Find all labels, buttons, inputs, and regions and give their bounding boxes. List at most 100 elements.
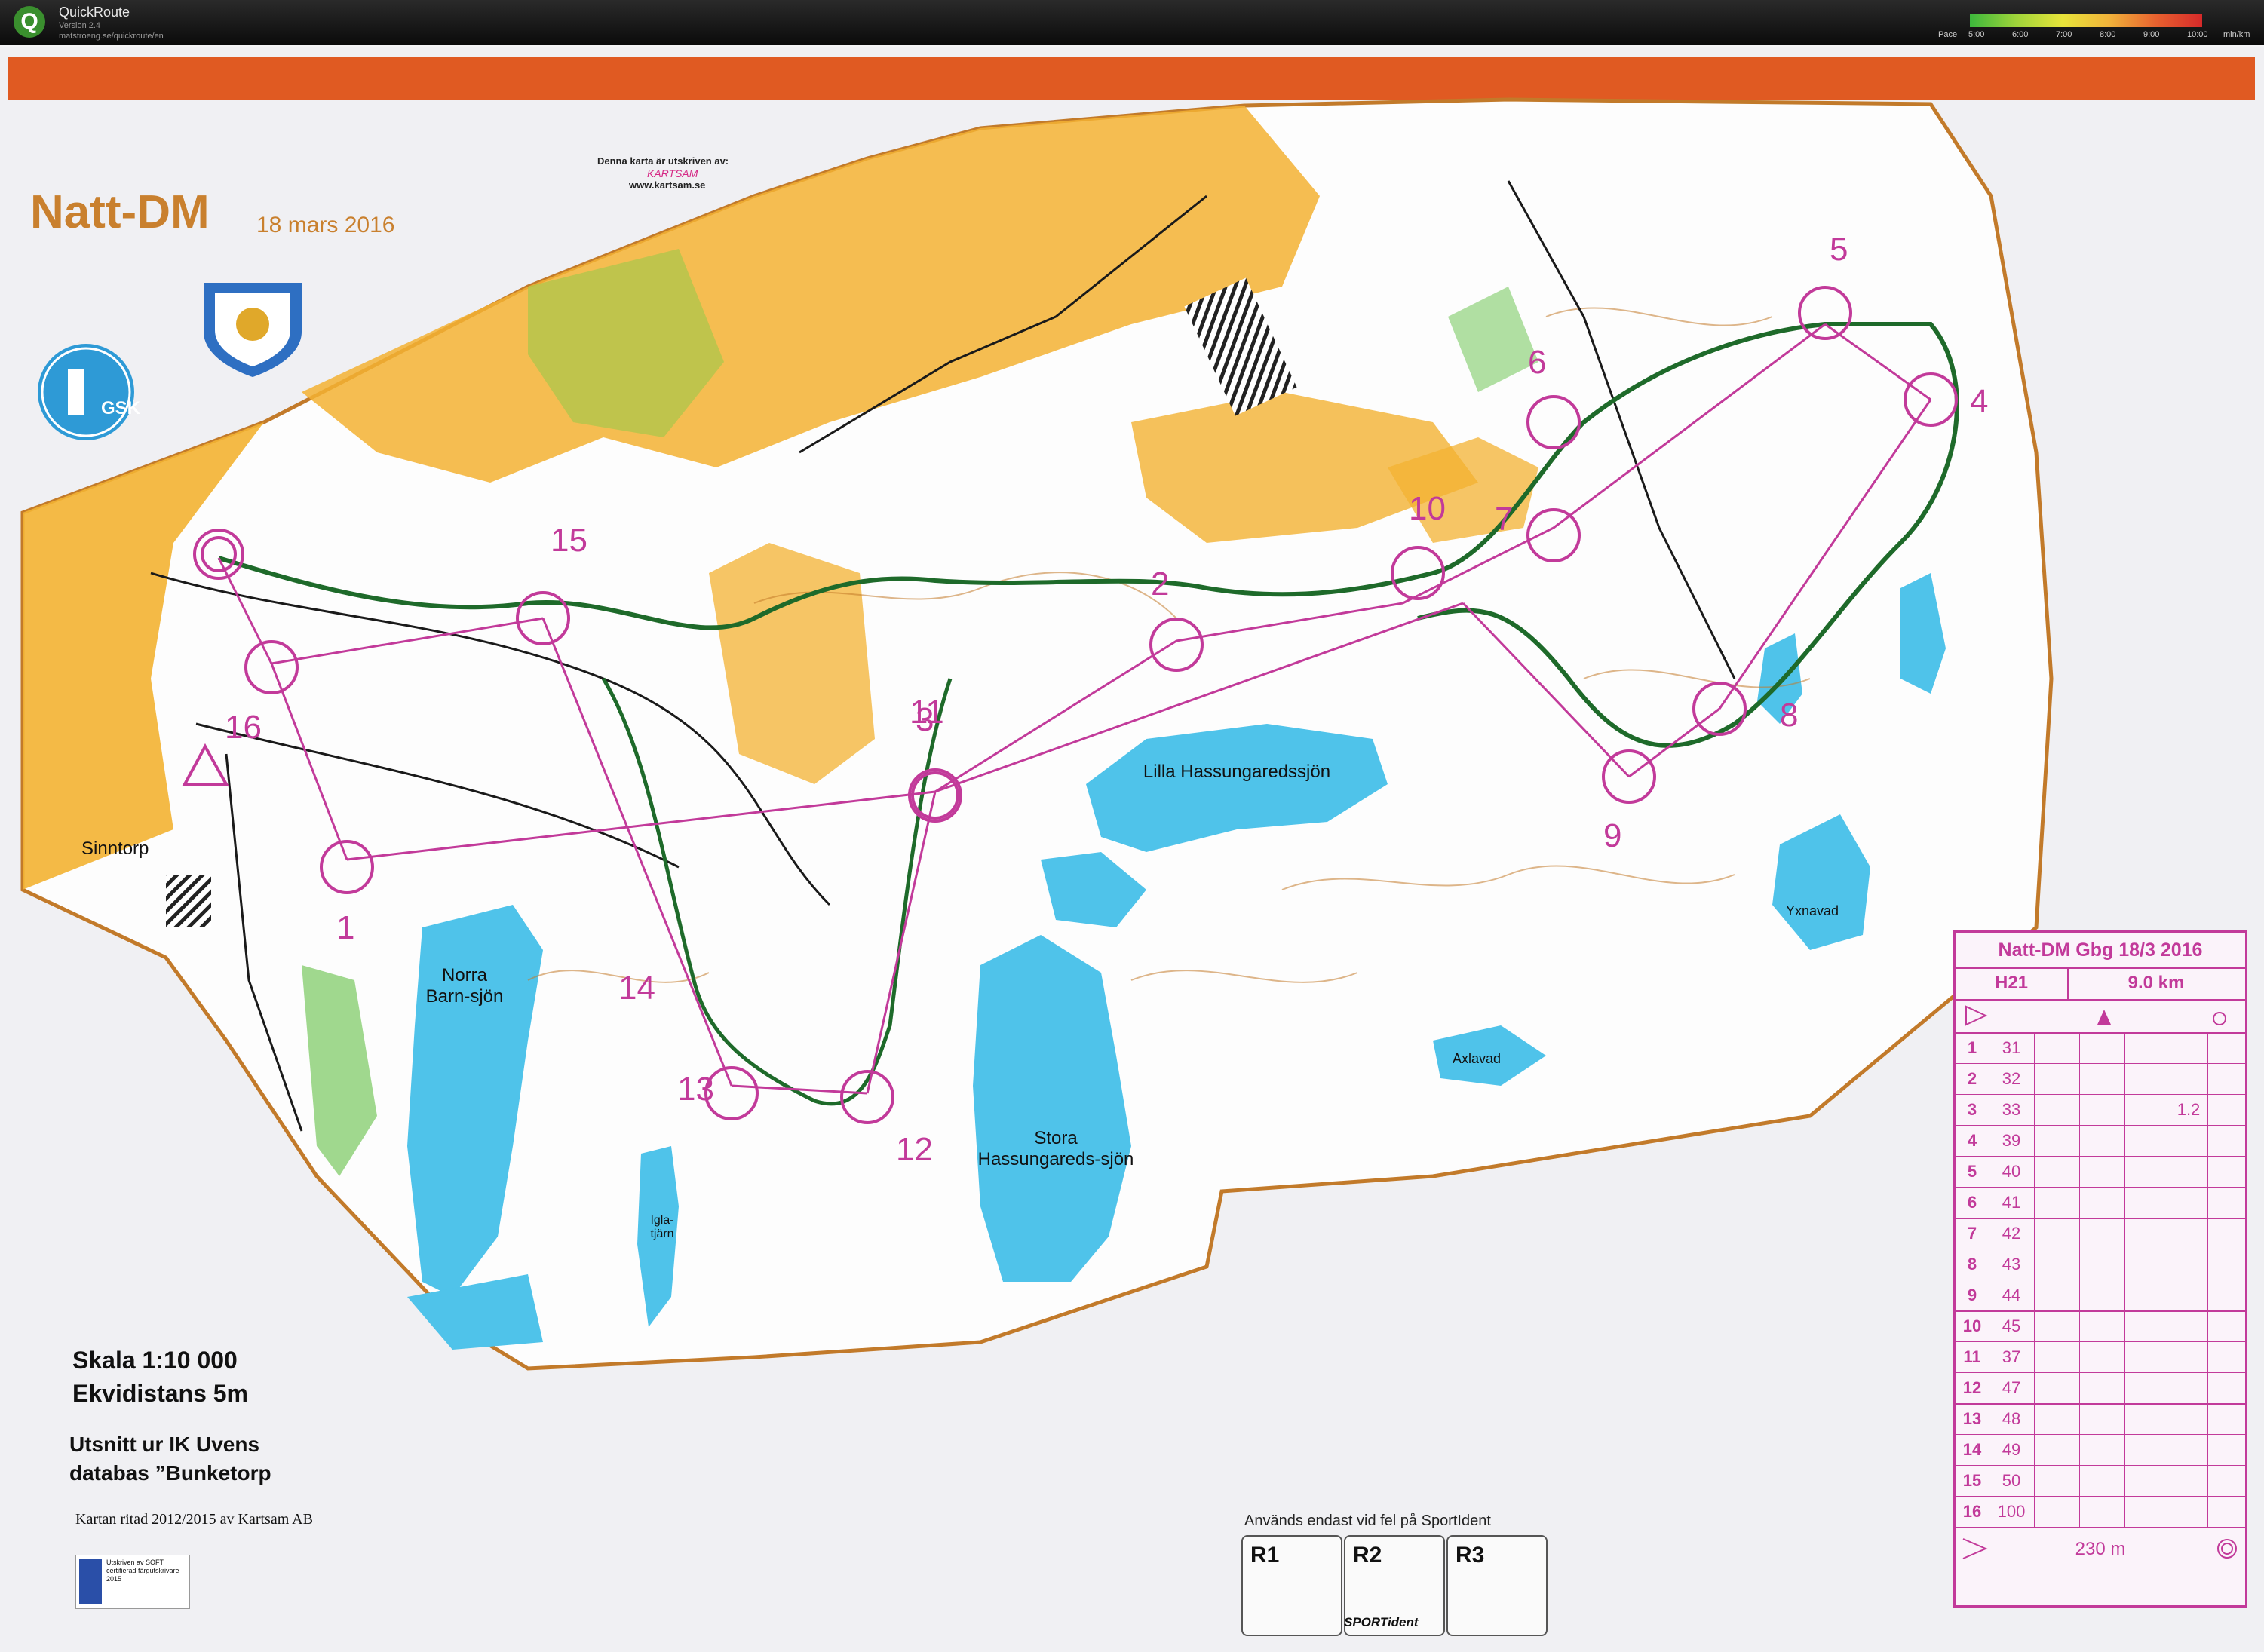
orienteering-map[interactable] [0,0,2264,1652]
cd-row: 13 48 [1956,1403,2245,1435]
cd-row: 9 44 [1956,1280,2245,1312]
cd-finish-distance: 230 m [2075,1539,2126,1559]
cd-code: 32 [1989,1063,2035,1094]
cd-extra [2170,1187,2208,1218]
cd-row: 12 47 [1956,1372,2245,1405]
cd-symbol-cell [2124,1063,2170,1094]
cd-extra [2170,1341,2208,1372]
cd-row: 15 50 [1956,1465,2245,1497]
cd-extra [2170,1156,2208,1187]
cd-code: 39 [1989,1125,2035,1156]
cd-symbol-cell [2207,1218,2245,1249]
cd-symbol-cell [2079,1094,2125,1125]
cd-symbol-cell [2207,1280,2245,1310]
cd-row: 1 31 [1956,1032,2245,1064]
control-number: 9 [1603,817,1622,854]
cd-symbol-cell [2079,1032,2125,1063]
cd-code: 43 [1989,1249,2035,1280]
cd-extra [2170,1434,2208,1465]
cd-symbol-cell [2079,1249,2125,1280]
cd-num: 14 [1956,1434,1989,1465]
cd-class: H21 [1956,967,2069,1001]
map-title: Natt-DM [30,186,210,238]
cd-symbol-cell [2207,1341,2245,1372]
map-excerpt-line2: databas ”Bunketorp [69,1461,271,1485]
cd-symbol-cell [2207,1032,2245,1063]
cd-num: 5 [1956,1156,1989,1187]
cd-num: 15 [1956,1465,1989,1496]
control-number: 5 [1830,231,1848,268]
cd-symbol-cell [2034,1218,2080,1249]
cd-num: 12 [1956,1372,1989,1403]
cd-num: 2 [1956,1063,1989,1094]
cd-symbol-cell [2034,1249,2080,1280]
cd-symbol-cell [2034,1032,2080,1063]
cd-symbol-cell [2079,1063,2125,1094]
place-name: Yxnavad [1786,903,1839,918]
cd-symbol-cell [2124,1249,2170,1280]
cd-symbol-cell [2124,1125,2170,1156]
cd-symbol-cell [2124,1341,2170,1372]
cd-symbol-cell [2124,1280,2170,1310]
contour-interval: Ekvidistans 5m [72,1380,248,1407]
cd-code: 47 [1989,1372,2035,1403]
cd-row: 3 33 1.2 [1956,1094,2245,1126]
cd-symbol-cell [2124,1310,2170,1341]
cd-symbol-cell [2207,1094,2245,1125]
cd-symbol-cell [2124,1403,2170,1434]
control-number: 7 [1495,501,1514,538]
cd-code: 40 [1989,1156,2035,1187]
cd-code: 48 [1989,1403,2035,1434]
cd-symbol-cell [2034,1063,2080,1094]
cd-code: 31 [1989,1032,2035,1063]
cd-symbol-cell [2034,1465,2080,1496]
cd-symbol-cell [2124,1032,2170,1063]
cd-start-row [1956,999,2245,1034]
cd-symbol-cell [2079,1218,2125,1249]
cd-symbol-cell [2207,1187,2245,1218]
sportident-note: Används endast vid fel på SportIdent [1244,1513,1491,1529]
cd-num: 7 [1956,1218,1989,1249]
place-name: Sinntorp [81,838,149,859]
cd-row: 11 37 [1956,1341,2245,1373]
printed-by-url: www.kartsam.se [629,179,706,191]
cd-code: 41 [1989,1187,2035,1218]
cd-symbol-cell [2207,1156,2245,1187]
start-triangle-icon [1965,1005,2226,1026]
cd-symbol-cell [2034,1434,2080,1465]
cd-row: 7 42 [1956,1218,2245,1249]
cd-extra [2170,1063,2208,1094]
control-description-sheet: Natt-DM Gbg 18/3 2016 H21 9.0 km 1 31 2 32 3… [1953,930,2247,1608]
control-number: 12 [896,1131,933,1168]
cd-row: 2 32 [1956,1063,2245,1095]
map-scale: Skala 1:10 000 [72,1347,238,1374]
cd-symbol-cell [2079,1496,2125,1527]
cd-symbol-cell [2207,1496,2245,1527]
cd-symbol-cell [2034,1403,2080,1434]
place-name: Norra Barn-sjön [425,965,504,1007]
backup-punch-box-r3: R3 [1446,1535,1548,1636]
cd-symbol-cell [2124,1465,2170,1496]
cd-symbol-cell [2034,1310,2080,1341]
cd-length: 9.0 km [2067,967,2245,1001]
cd-symbol-cell [2207,1249,2245,1280]
cd-code: 44 [1989,1280,2035,1310]
cd-event-title: Natt-DM Gbg 18/3 2016 [1956,933,2245,969]
cd-symbol-cell [2207,1465,2245,1496]
sportident-logo: SPORTident [1344,1615,1419,1629]
cd-row: 4 39 [1956,1125,2245,1157]
cd-num: 16 [1956,1496,1989,1527]
cd-num: 8 [1956,1249,1989,1280]
cd-code: 37 [1989,1341,2035,1372]
control-number: 2 [1151,565,1170,602]
cd-symbol-cell [2034,1372,2080,1403]
cd-symbol-cell [2207,1403,2245,1434]
cd-extra [2170,1125,2208,1156]
cd-code: 100 [1989,1496,2035,1527]
place-name: Stora Hassungareds-sjön [977,1128,1134,1169]
control-number: 6 [1528,344,1547,381]
place-name: Lilla Hassungaredssjön [1143,762,1331,782]
cd-symbol-cell [2079,1372,2125,1403]
cd-row: 14 49 [1956,1434,2245,1466]
cd-num: 11 [1956,1341,1989,1372]
